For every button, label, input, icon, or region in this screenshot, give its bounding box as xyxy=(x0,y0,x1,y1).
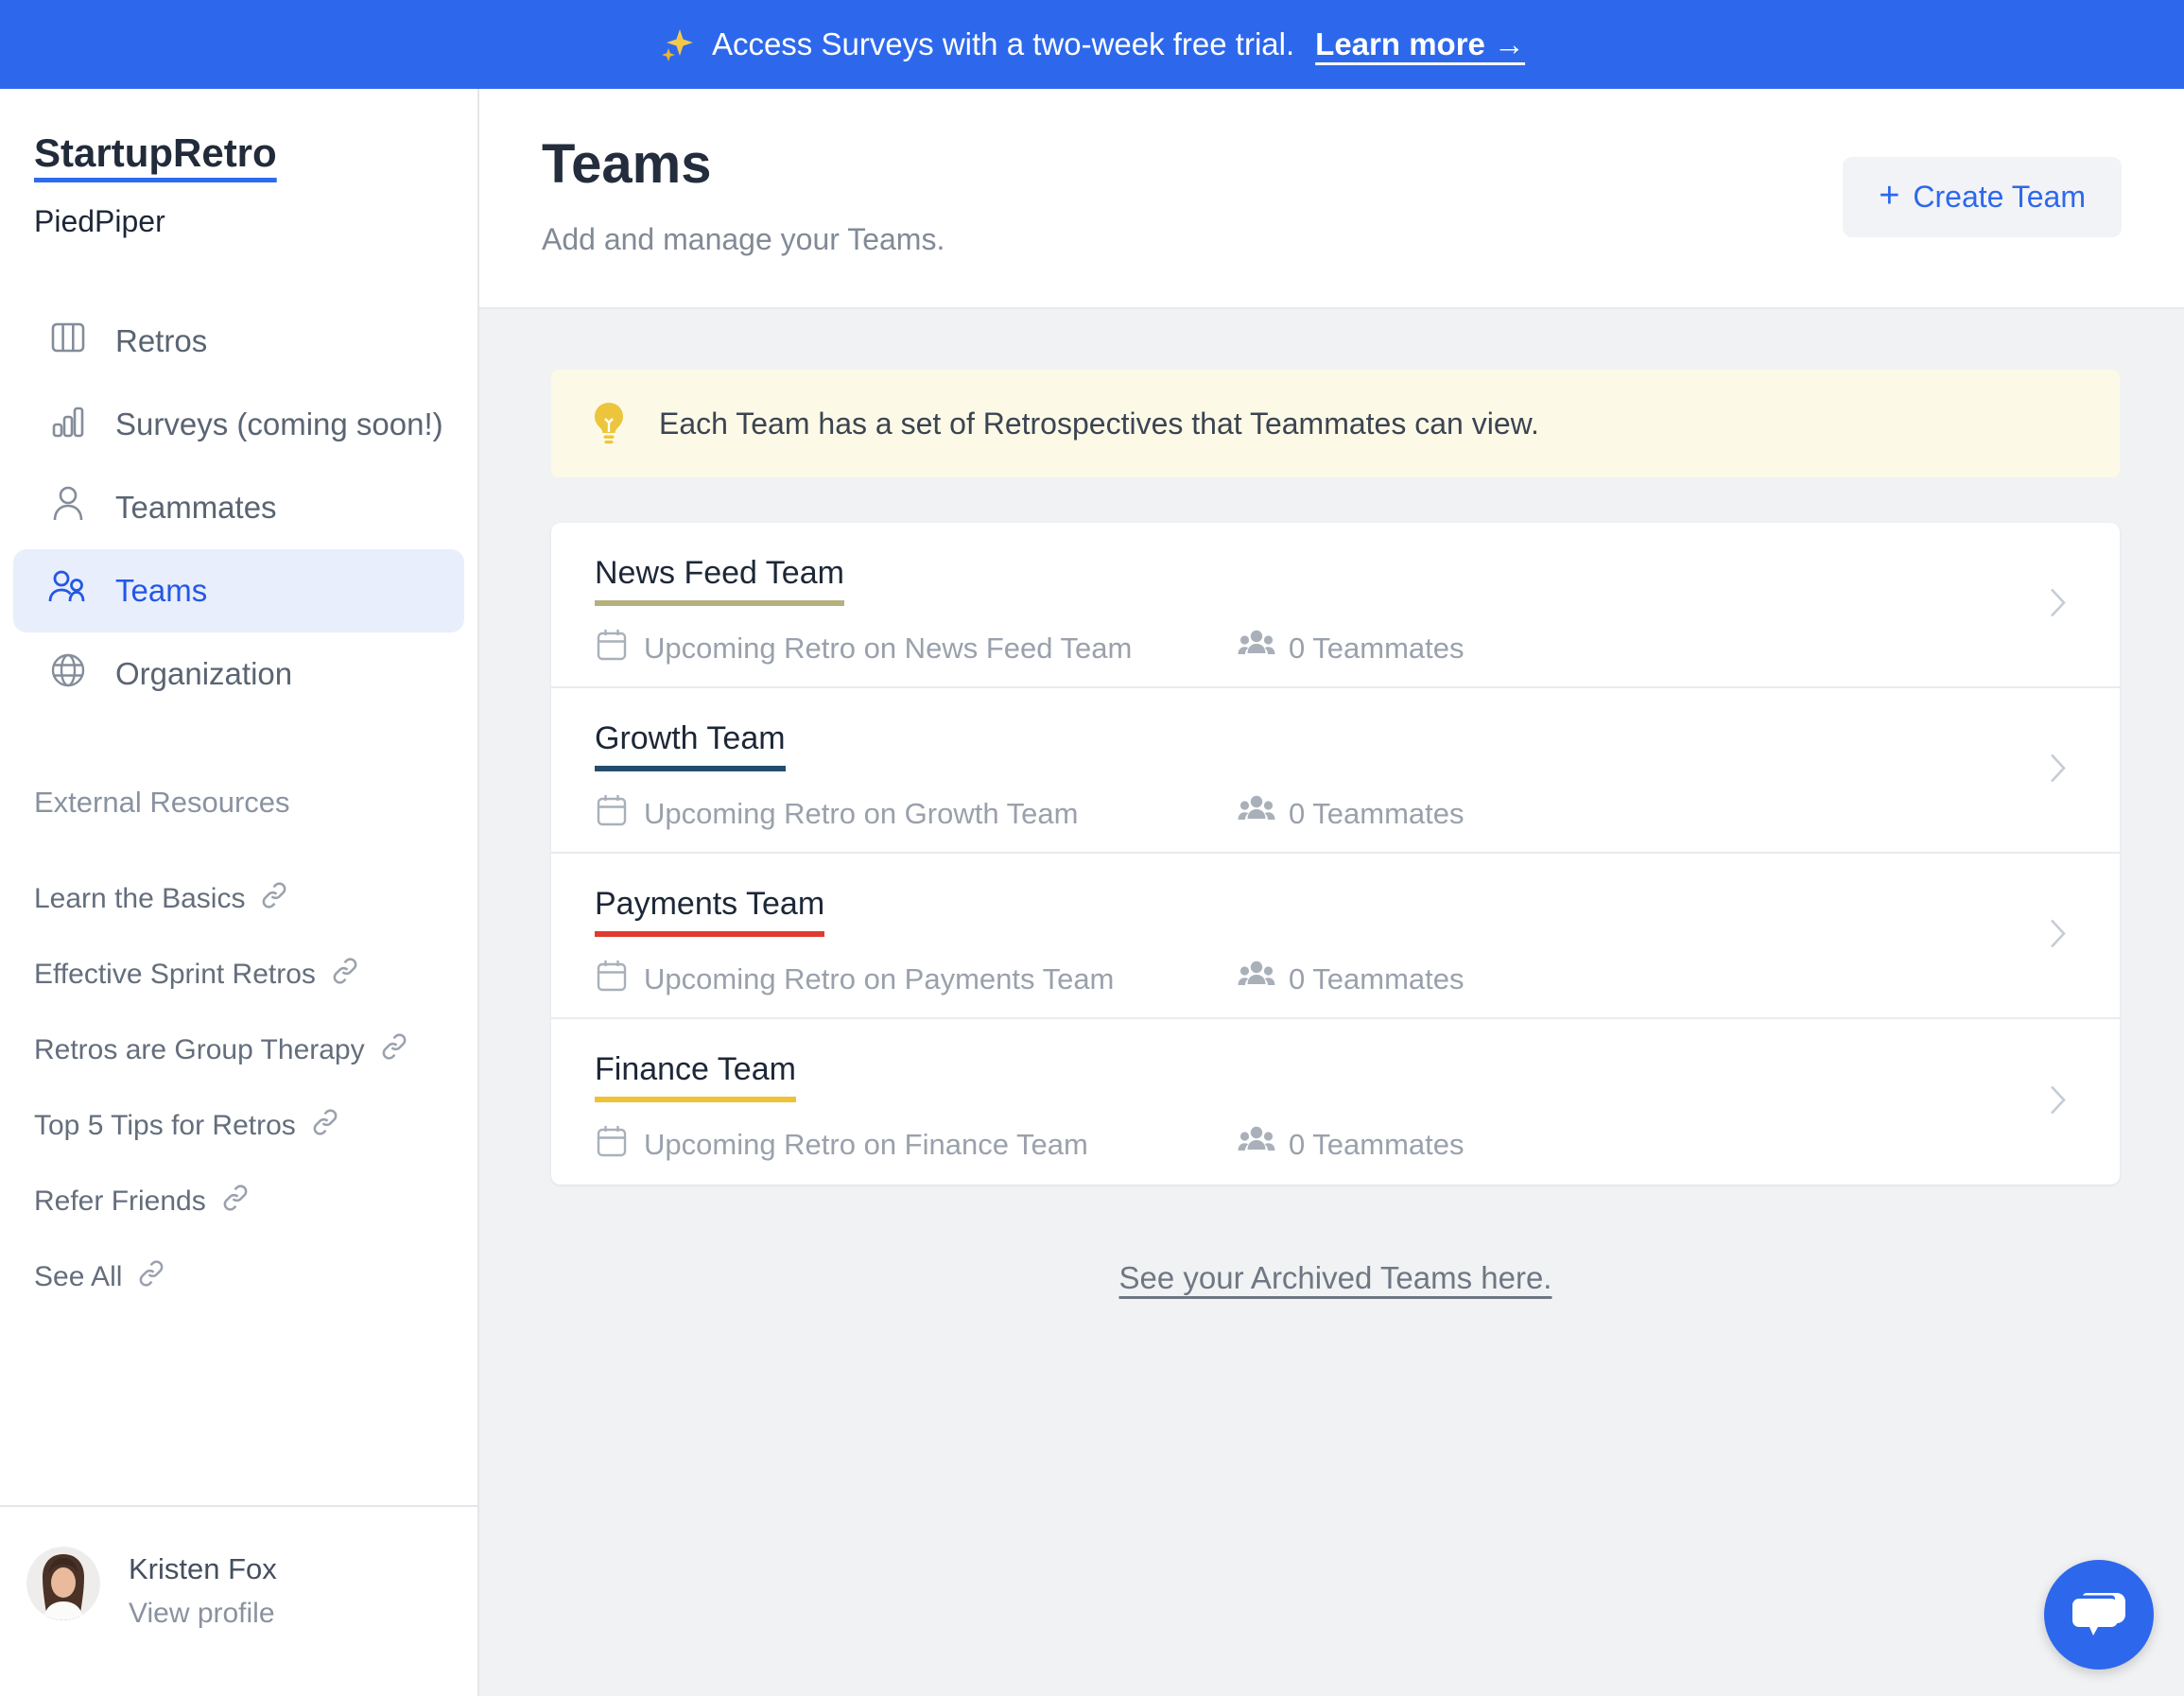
link-icon xyxy=(380,1032,408,1068)
create-team-button[interactable]: + Create Team xyxy=(1843,157,2122,237)
teams-list-card: News Feed Team Upcomin xyxy=(551,523,2120,1185)
sidebar-item-label: Retros xyxy=(115,323,207,359)
create-team-label: Create Team xyxy=(1913,180,2086,215)
globe-icon xyxy=(47,649,89,699)
external-resources-heading: External Resources xyxy=(34,786,477,820)
lightbulb-icon xyxy=(587,400,631,447)
team-row-finance[interactable]: Finance Team Upcoming xyxy=(551,1019,2120,1185)
user-profile[interactable]: Kristen Fox View profile xyxy=(0,1505,477,1696)
teammates-count: 0 Teammates xyxy=(1289,962,1465,996)
group-icon xyxy=(1238,959,1275,1000)
sidebar-item-teammates[interactable]: Teammates xyxy=(13,466,464,549)
sidebar-item-label: Organization xyxy=(115,656,292,692)
upcoming-retro-label: Upcoming Retro on Payments Team xyxy=(644,962,1114,996)
team-name-link[interactable]: Finance Team xyxy=(595,1051,796,1102)
external-link-label: Top 5 Tips for Retros xyxy=(34,1110,296,1142)
team-row-payments[interactable]: Payments Team Upcoming xyxy=(551,854,2120,1019)
promo-banner: Access Surveys with a two-week free tria… xyxy=(0,0,2184,89)
external-link-label: Learn the Basics xyxy=(34,883,245,915)
sidebar-item-label: Surveys (coming soon!) xyxy=(115,407,443,442)
upcoming-retro-label: Upcoming Retro on Growth Team xyxy=(644,797,1078,831)
group-icon xyxy=(1238,1124,1275,1166)
plus-icon: + xyxy=(1879,178,1899,214)
chevron-right-icon xyxy=(2046,1079,2071,1125)
main-area: Teams Add and manage your Teams. + Creat… xyxy=(479,89,2184,1696)
upcoming-retro-label: Upcoming Retro on News Feed Team xyxy=(644,632,1132,666)
org-name: PiedPiper xyxy=(34,204,477,239)
bar-chart-icon xyxy=(47,400,89,449)
link-icon xyxy=(260,881,288,917)
learn-more-link[interactable]: Learn more → xyxy=(1315,26,1525,62)
brand-link[interactable]: StartupRetro xyxy=(34,130,277,176)
person-icon xyxy=(47,483,89,532)
link-icon xyxy=(311,1108,339,1144)
sidebar-item-teams[interactable]: Teams xyxy=(13,549,464,632)
promo-text: Access Surveys with a two-week free tria… xyxy=(712,26,1294,62)
external-link-learn-the-basics[interactable]: Learn the Basics xyxy=(34,861,477,937)
archived-teams-link[interactable]: See your Archived Teams here. xyxy=(1119,1260,1552,1295)
external-link-label: Refer Friends xyxy=(34,1185,206,1218)
view-profile-link[interactable]: View profile xyxy=(129,1598,277,1630)
chat-widget-button[interactable] xyxy=(2044,1560,2154,1670)
team-row-growth[interactable]: Growth Team Upcoming R xyxy=(551,688,2120,854)
sidebar-item-organization[interactable]: Organization xyxy=(13,632,464,716)
chevron-right-icon xyxy=(2046,912,2071,959)
sidebar-item-label: Teams xyxy=(115,573,207,609)
page-header: Teams Add and manage your Teams. + Creat… xyxy=(479,89,2184,309)
external-link-retros-are-group-therapy[interactable]: Retros are Group Therapy xyxy=(34,1012,477,1088)
group-icon xyxy=(1238,628,1275,669)
external-link-label: See All xyxy=(34,1261,122,1293)
teams-content: Each Team has a set of Retrospectives th… xyxy=(479,309,2184,1296)
sidebar-nav: Retros Surveys (coming soon!) xyxy=(0,300,477,716)
external-link-label: Retros are Group Therapy xyxy=(34,1034,365,1066)
external-link-top-5-tips[interactable]: Top 5 Tips for Retros xyxy=(34,1088,477,1164)
upcoming-retro-label: Upcoming Retro on Finance Team xyxy=(644,1128,1088,1162)
sidebar-item-label: Teammates xyxy=(115,490,277,526)
link-icon xyxy=(137,1259,165,1295)
team-name-link[interactable]: Growth Team xyxy=(595,720,786,771)
team-row-news-feed[interactable]: News Feed Team Upcomin xyxy=(551,523,2120,688)
external-link-refer-friends[interactable]: Refer Friends xyxy=(34,1164,477,1239)
people-icon xyxy=(47,566,89,615)
calendar-icon xyxy=(595,627,629,670)
calendar-icon xyxy=(595,1123,629,1167)
chat-bubble-icon xyxy=(2070,1587,2128,1642)
external-resources: External Resources Learn the Basics Effe… xyxy=(0,786,477,1315)
avatar xyxy=(26,1547,100,1620)
teammates-count: 0 Teammates xyxy=(1289,632,1465,666)
team-name-link[interactable]: News Feed Team xyxy=(595,555,844,606)
link-icon xyxy=(331,957,359,993)
sidebar-item-surveys[interactable]: Surveys (coming soon!) xyxy=(13,383,464,466)
chevron-right-icon xyxy=(2046,747,2071,793)
sidebar-item-retros[interactable]: Retros xyxy=(13,300,464,383)
sparkles-icon xyxy=(659,26,697,63)
external-link-effective-sprint-retros[interactable]: Effective Sprint Retros xyxy=(34,937,477,1012)
columns-icon xyxy=(47,317,89,366)
chevron-right-icon xyxy=(2046,581,2071,628)
group-icon xyxy=(1238,793,1275,835)
notice-text: Each Team has a set of Retrospectives th… xyxy=(659,407,1539,441)
teammates-count: 0 Teammates xyxy=(1289,797,1465,831)
calendar-icon xyxy=(595,958,629,1001)
info-notice: Each Team has a set of Retrospectives th… xyxy=(551,370,2120,477)
sidebar: StartupRetro PiedPiper Retros xyxy=(0,89,479,1696)
calendar-icon xyxy=(595,792,629,836)
profile-name: Kristen Fox xyxy=(129,1552,277,1586)
external-link-see-all[interactable]: See All xyxy=(34,1239,477,1315)
teammates-count: 0 Teammates xyxy=(1289,1128,1465,1162)
link-icon xyxy=(221,1184,250,1220)
team-name-link[interactable]: Payments Team xyxy=(595,886,824,937)
external-link-label: Effective Sprint Retros xyxy=(34,959,316,991)
